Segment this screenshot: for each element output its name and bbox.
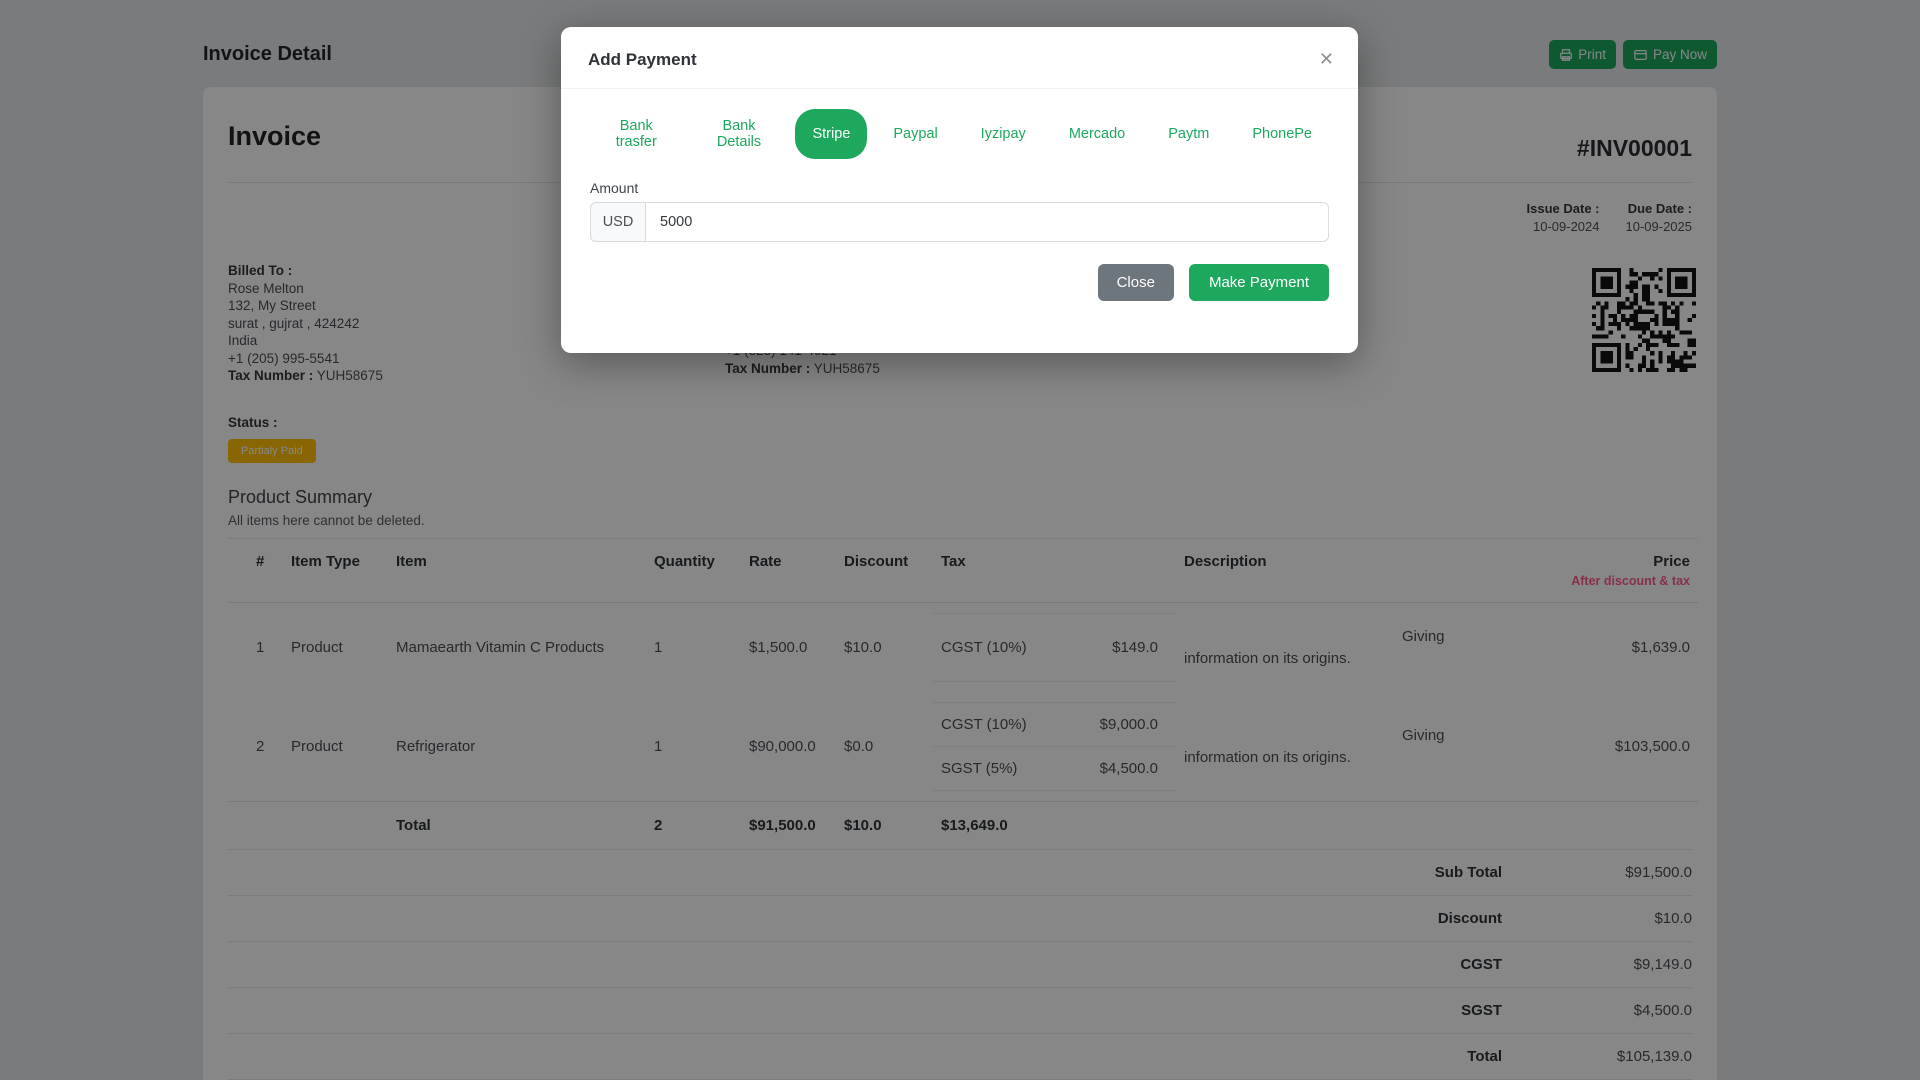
close-icon[interactable]: ✕ (1319, 49, 1334, 70)
add-payment-modal: Add Payment ✕ Bank trasfer Bank Details … (561, 27, 1358, 353)
tab-paypal[interactable]: Paypal (876, 109, 954, 159)
payment-method-tabs: Bank trasfer Bank Details Stripe Paypal … (590, 109, 1329, 159)
amount-input[interactable] (646, 202, 1329, 242)
amount-label: Amount (590, 180, 639, 196)
modal-title: Add Payment (588, 49, 697, 69)
make-payment-button[interactable]: Make Payment (1188, 264, 1329, 301)
tab-paytm[interactable]: Paytm (1151, 109, 1226, 159)
tab-stripe[interactable]: Stripe (795, 109, 868, 159)
modal-close-button[interactable]: Close (1097, 264, 1174, 301)
tab-iyzipay[interactable]: Iyzipay (964, 109, 1043, 159)
tab-phonepe[interactable]: PhonePe (1235, 109, 1329, 159)
tab-mercado[interactable]: Mercado (1052, 109, 1142, 159)
amount-input-group: USD (590, 202, 1329, 242)
tab-bank-details[interactable]: Bank Details (692, 109, 787, 159)
currency-prefix: USD (590, 202, 646, 242)
tab-bank-transfer[interactable]: Bank trasfer (590, 109, 683, 159)
